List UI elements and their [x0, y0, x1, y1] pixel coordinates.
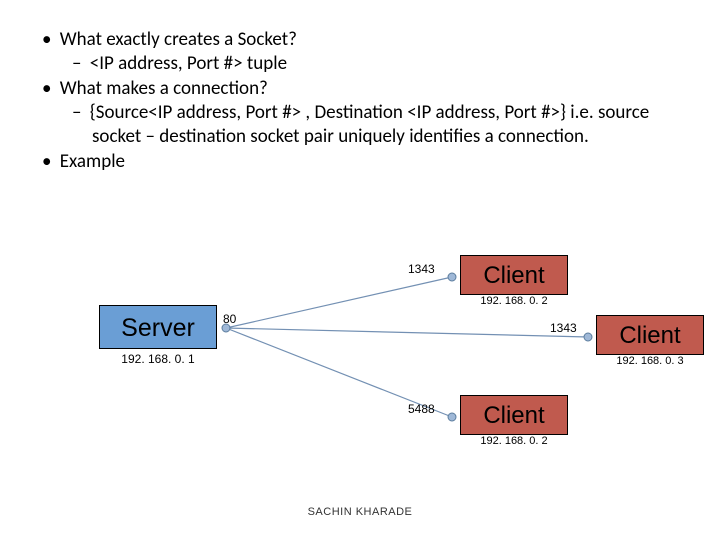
server-port: 80: [223, 312, 236, 326]
server-ip: 192. 168. 0. 1: [99, 352, 217, 366]
client2-ip: 192. 168. 0. 3: [596, 355, 704, 367]
bullet-a1: <IP address, Port #> tuple: [92, 52, 680, 76]
client3-port: 5488: [408, 402, 435, 416]
bullet-q3: Example: [58, 150, 680, 174]
slide-text: What exactly creates a Socket? <IP addre…: [0, 0, 720, 174]
client1-node: Client: [460, 255, 568, 295]
client1-port: 1343: [408, 262, 435, 276]
bullet-q2: What makes a connection?: [58, 77, 680, 101]
client3-ip: 192. 168. 0. 2: [460, 435, 568, 447]
server-node: Server: [99, 305, 217, 349]
bullet-q1: What exactly creates a Socket?: [58, 28, 680, 52]
client3-node: Client: [460, 395, 568, 435]
client2-node: Client: [596, 315, 704, 355]
client1-ip: 192. 168. 0. 2: [460, 295, 568, 307]
footer-author: SACHIN KHARADE: [0, 506, 720, 518]
bullet-a2: {Source<IP address, Port #> , Destinatio…: [92, 101, 680, 150]
client2-port: 1343: [550, 321, 577, 335]
